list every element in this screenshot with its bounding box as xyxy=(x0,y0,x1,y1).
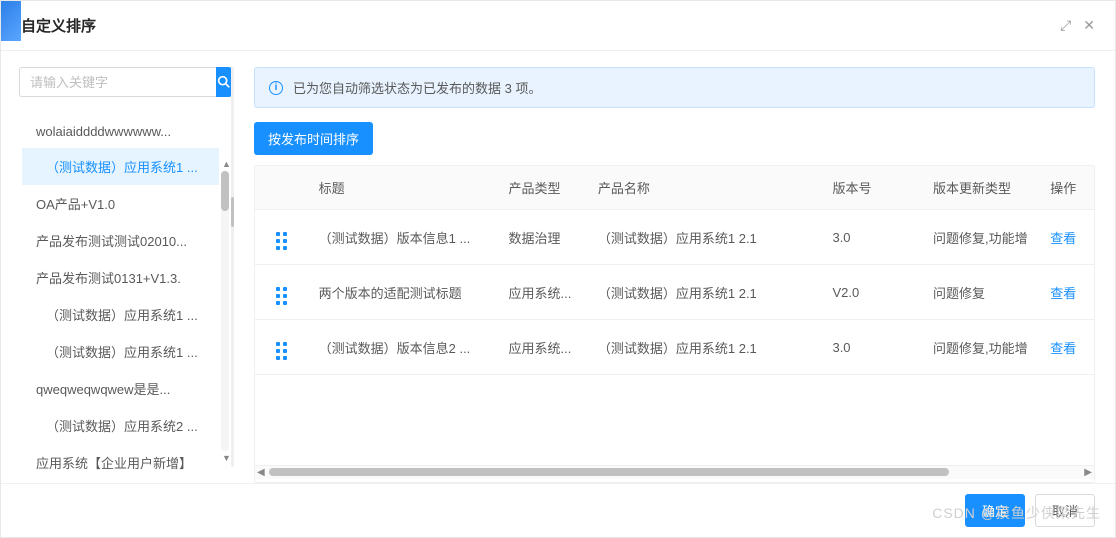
cell-update-type: 问题修复 xyxy=(923,265,1040,320)
table-row: （测试数据）版本信息1 ...数据治理（测试数据）应用系统1 2.13.0问题修… xyxy=(255,210,1094,265)
sidebar-item-4[interactable]: 产品发布测试0131+V1.3. xyxy=(19,259,219,296)
col-update-type: 版本更新类型 xyxy=(923,166,1040,210)
scroll-down-icon[interactable]: ▼ xyxy=(222,453,231,463)
modal-body: wolaiaiddddwwwwww...（测试数据）应用系统1 ...OA产品+… xyxy=(1,51,1115,483)
close-icon[interactable]: ✕ xyxy=(1083,17,1095,34)
sidebar-item-9[interactable]: 应用系统【企业用户新增】 xyxy=(19,444,219,481)
sidebar-item-3[interactable]: 产品发布测试测试02010... xyxy=(19,222,219,259)
view-link[interactable]: 查看 xyxy=(1050,341,1076,356)
cell-version: V2.0 xyxy=(822,265,923,320)
col-product-type: 产品类型 xyxy=(499,166,588,210)
search-button[interactable] xyxy=(216,67,232,97)
sidebar-item-1[interactable]: （测试数据）应用系统1 ... xyxy=(19,148,219,185)
cell-title: （测试数据）版本信息1 ... xyxy=(309,210,499,265)
cell-product-type: 数据治理 xyxy=(499,210,588,265)
divider-thumb[interactable] xyxy=(231,197,234,227)
modal-header: 自定义排序 ⤢ ✕ xyxy=(1,1,1115,51)
sidebar-item-7[interactable]: qweqweqwqwew是是... xyxy=(19,370,219,407)
cell-title: （测试数据）版本信息2 ... xyxy=(309,320,499,375)
corner-accent xyxy=(1,1,21,41)
cell-update-type: 问题修复,功能增 xyxy=(923,320,1040,375)
info-icon: i xyxy=(269,81,283,95)
cancel-button[interactable]: 取消 xyxy=(1035,494,1095,527)
table-row: （测试数据）版本信息2 ...应用系统...（测试数据）应用系统1 2.13.0… xyxy=(255,320,1094,375)
col-title: 标题 xyxy=(309,166,499,210)
modal-title: 自定义排序 xyxy=(21,15,96,36)
hscroll-thumb[interactable] xyxy=(269,468,949,476)
cell-product-name: （测试数据）应用系统1 2.1 xyxy=(588,320,823,375)
table-head: 标题 产品类型 产品名称 版本号 版本更新类型 操作 xyxy=(255,166,1094,210)
scrollbar-thumb[interactable] xyxy=(221,171,229,211)
modal-footer: 确定 取消 xyxy=(1,483,1115,537)
drag-handle-icon[interactable] xyxy=(276,287,287,305)
table-empty-space xyxy=(255,375,1094,465)
cell-product-name: （测试数据）应用系统1 2.1 xyxy=(588,265,823,320)
panel-divider[interactable] xyxy=(231,67,234,467)
table-wrap: 标题 产品类型 产品名称 版本号 版本更新类型 操作 （测试数据）版本信息1 .… xyxy=(254,165,1095,483)
sidebar-item-0[interactable]: wolaiaiddddwwwwww... xyxy=(19,115,219,148)
col-action: 操作 xyxy=(1040,166,1094,210)
data-table: 标题 产品类型 产品名称 版本号 版本更新类型 操作 （测试数据）版本信息1 .… xyxy=(255,166,1094,375)
left-panel: wolaiaiddddwwwwww...（测试数据）应用系统1 ...OA产品+… xyxy=(1,51,231,483)
scroll-right-icon[interactable]: ▶ xyxy=(1084,467,1092,478)
sidebar-item-6[interactable]: （测试数据）应用系统1 ... xyxy=(19,333,219,370)
table-body: （测试数据）版本信息1 ...数据治理（测试数据）应用系统1 2.13.0问题修… xyxy=(255,210,1094,375)
sidebar-item-5[interactable]: （测试数据）应用系统1 ... xyxy=(19,296,219,333)
drag-handle-icon[interactable] xyxy=(276,232,287,250)
minimize-icon[interactable]: ⤢ xyxy=(1060,17,1071,34)
search-icon xyxy=(216,74,232,90)
horizontal-scrollbar[interactable]: ◀ ▶ xyxy=(255,465,1094,479)
search-wrap xyxy=(19,67,219,97)
sort-by-publish-time-button[interactable]: 按发布时间排序 xyxy=(254,122,373,155)
cell-version: 3.0 xyxy=(822,320,923,375)
col-drag xyxy=(255,166,309,210)
col-version: 版本号 xyxy=(822,166,923,210)
filter-alert: i 已为您自动筛选状态为已发布的数据 3 项。 xyxy=(254,67,1095,108)
cell-product-type: 应用系统... xyxy=(499,265,588,320)
sidebar-item-10[interactable]: （测试数据）无关联产品... xyxy=(19,481,219,483)
table-row: 两个版本的适配测试标题应用系统...（测试数据）应用系统1 2.1V2.0问题修… xyxy=(255,265,1094,320)
sidebar-item-2[interactable]: OA产品+V1.0 xyxy=(19,185,219,222)
cell-product-name: （测试数据）应用系统1 2.1 xyxy=(588,210,823,265)
scroll-up-icon[interactable]: ▲ xyxy=(222,159,231,169)
cell-version: 3.0 xyxy=(822,210,923,265)
col-product-name: 产品名称 xyxy=(588,166,823,210)
modal-header-actions: ⤢ ✕ xyxy=(1060,17,1095,34)
left-scrollbar[interactable]: ▲ ▼ xyxy=(221,171,229,451)
custom-sort-modal: 自定义排序 ⤢ ✕ wolaiaiddddwwwwww...（测试数据）应用系统… xyxy=(0,0,1116,538)
view-link[interactable]: 查看 xyxy=(1050,286,1076,301)
view-link[interactable]: 查看 xyxy=(1050,231,1076,246)
search-input[interactable] xyxy=(19,67,216,97)
alert-text: 已为您自动筛选状态为已发布的数据 3 项。 xyxy=(293,78,541,97)
cell-update-type: 问题修复,功能增 xyxy=(923,210,1040,265)
scrollbar-track[interactable] xyxy=(221,171,229,451)
sidebar-item-8[interactable]: （测试数据）应用系统2 ... xyxy=(19,407,219,444)
confirm-button[interactable]: 确定 xyxy=(965,494,1025,527)
sidebar-list: wolaiaiddddwwwwww...（测试数据）应用系统1 ...OA产品+… xyxy=(19,115,219,483)
drag-handle-icon[interactable] xyxy=(276,342,287,360)
cell-product-type: 应用系统... xyxy=(499,320,588,375)
right-panel: i 已为您自动筛选状态为已发布的数据 3 项。 按发布时间排序 标题 产品类型 … xyxy=(234,51,1115,483)
scroll-left-icon[interactable]: ◀ xyxy=(257,467,265,478)
cell-title: 两个版本的适配测试标题 xyxy=(309,265,499,320)
